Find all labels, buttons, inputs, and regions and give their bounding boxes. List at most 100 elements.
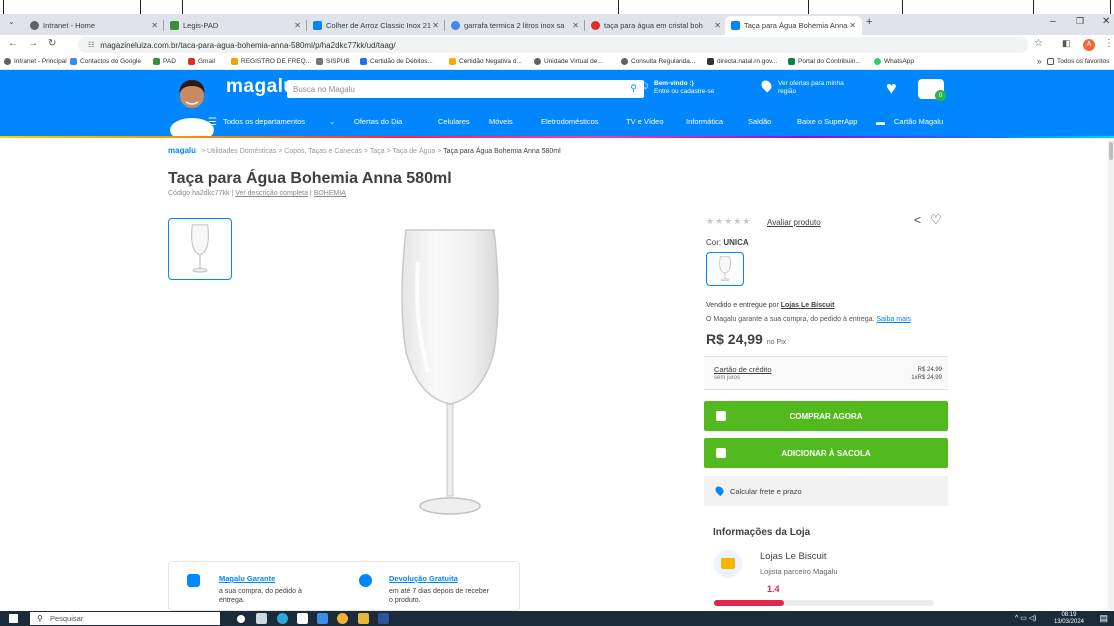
breadcrumb-item[interactable]: Utilidades Domésticas	[207, 148, 276, 155]
close-icon[interactable]: ✕	[294, 21, 301, 30]
menu-dots-icon[interactable]: ⋮	[1104, 38, 1114, 49]
bookmark-item[interactable]: Certidão Negativa d...	[449, 58, 522, 65]
tab-colher[interactable]: Colher de Arroz Classic Inox 21 ✕	[307, 16, 445, 35]
menu-item-informatica[interactable]: Informática	[686, 117, 723, 126]
site-info-icon[interactable]: ☷	[88, 41, 94, 49]
profile-avatar[interactable]: A	[1083, 39, 1095, 51]
divider	[808, 0, 809, 14]
add-to-bag-button[interactable]: ADICIONAR À SACOLA	[704, 438, 948, 468]
chevron-down-icon[interactable]: ⌄	[329, 117, 335, 126]
rate-product-link[interactable]: Avaliar produto	[767, 218, 821, 227]
chevron-down-icon[interactable]: ⌄	[8, 17, 15, 26]
menu-item-saldao[interactable]: Saldão	[748, 117, 771, 126]
close-icon[interactable]: ✕	[714, 21, 721, 30]
windows-start-icon[interactable]	[9, 614, 18, 623]
all-bookmarks-folder[interactable]: Todos os favoritos	[1047, 58, 1109, 65]
magalu-logo[interactable]: magalu	[226, 76, 296, 98]
favorite-heart-icon[interactable]: ♡	[930, 212, 942, 228]
bookmark-item[interactable]: SISPUB	[316, 58, 350, 65]
notifications-icon[interactable]: ▤	[1099, 613, 1108, 624]
signin-link[interactable]: Bem-vindo :) Entre ou cadastre-se	[654, 80, 714, 95]
store-name[interactable]: Lojas Le Biscuit	[760, 551, 827, 562]
bookmark-item[interactable]: Consulta Regularida...	[621, 58, 695, 65]
file-explorer-icon[interactable]	[358, 613, 369, 624]
menu-item-moveis[interactable]: Móveis	[489, 117, 513, 126]
bookmark-item[interactable]: PAD	[153, 58, 176, 65]
gmail-icon	[188, 58, 195, 65]
store-icon[interactable]	[297, 613, 308, 624]
taskbar-search[interactable]: ⚲ Pesquisar	[30, 612, 220, 625]
departments-menu[interactable]: Todos os departamentos	[223, 117, 305, 126]
close-window-icon[interactable]: ✕	[1102, 16, 1110, 27]
guarantee-title[interactable]: Magalu Garante	[219, 574, 275, 583]
return-title[interactable]: Devolução Gratuita	[389, 574, 458, 583]
tab-intranet[interactable]: Intranet - Home ✕	[24, 16, 164, 35]
credit-card-option[interactable]: Cartão de crédito sem juros R$ 24,99 1xR…	[704, 356, 948, 390]
cart-button[interactable]: 0	[918, 79, 946, 101]
bookmark-item[interactable]: Gmail	[188, 58, 215, 65]
restore-icon[interactable]: ❐	[1076, 16, 1084, 27]
product-thumbnail[interactable]	[168, 218, 232, 280]
mail-icon[interactable]	[317, 613, 328, 624]
brand-link[interactable]: BOHEMIA	[314, 190, 346, 197]
menu-item-eletrodomesticos[interactable]: Eletrodomésticos	[541, 117, 599, 126]
description-link[interactable]: Ver descrição completa	[235, 190, 308, 197]
search-input[interactable]: Busca no Magalu ⚲	[287, 80, 644, 98]
bookmark-item[interactable]: Intranet - Principal	[4, 58, 67, 65]
menu-item-superapp[interactable]: Baixe o SuperApp	[797, 117, 857, 126]
bookmark-item[interactable]: WhatsApp	[874, 58, 914, 65]
share-icon[interactable]: <	[914, 213, 921, 227]
reload-icon[interactable]: ↻	[48, 38, 56, 49]
bookmark-item[interactable]: REGISTRO DE FREQ...	[231, 58, 311, 65]
menu-item-tv-video[interactable]: TV e Vídeo	[626, 117, 664, 126]
back-icon[interactable]: ←	[8, 38, 18, 49]
bookmark-item[interactable]: Certidão de Débitos...	[360, 58, 433, 65]
tab-active-taca-bohemia[interactable]: Taça para Água Bohemia Anna ✕	[725, 16, 862, 35]
scrollbar-thumb[interactable]	[1109, 142, 1113, 160]
bookmark-item[interactable]: Contactos do Google	[70, 58, 141, 65]
menu-item-celulares[interactable]: Celulares	[438, 117, 470, 126]
offers-region-link[interactable]: Ver ofertas para minha região	[778, 80, 844, 95]
bookmark-star-icon[interactable]: ☆	[1034, 38, 1043, 49]
menu-item-cartao[interactable]: Cartão Magalu	[894, 117, 943, 126]
minimize-icon[interactable]: –	[1050, 16, 1056, 27]
bookmark-item[interactable]: Unidade Virtual de...	[534, 58, 603, 65]
tab-taca-cristal[interactable]: taça para água em cristal boh ✕	[585, 16, 727, 35]
shipping-calculator[interactable]: Calcular frete e prazo	[704, 476, 948, 506]
bookmark-item[interactable]: directa.natal.rn.gov...	[707, 58, 777, 65]
close-icon[interactable]: ✕	[849, 21, 856, 30]
seller-link[interactable]: Lojas Le Biscuit	[781, 302, 835, 309]
new-tab-icon[interactable]: +	[866, 16, 872, 28]
close-icon[interactable]: ✕	[432, 21, 439, 30]
task-view-icon[interactable]	[256, 613, 267, 624]
page-scrollbar[interactable]	[1108, 140, 1114, 610]
chrome-icon[interactable]	[337, 613, 348, 624]
close-icon[interactable]: ✕	[572, 21, 579, 30]
edge-icon[interactable]	[277, 613, 288, 624]
taskbar-clock[interactable]: 08:19 13/03/2024	[1054, 612, 1084, 625]
forward-icon[interactable]: →	[28, 38, 38, 49]
breadcrumb-item[interactable]: Taça	[370, 148, 385, 155]
menu-item-ofertas[interactable]: Ofertas do Dia	[354, 117, 402, 126]
search-icon[interactable]: ⚲	[630, 83, 637, 94]
close-icon[interactable]: ✕	[151, 21, 158, 30]
breadcrumb-item[interactable]: Taça de Água	[392, 148, 435, 155]
tab-legis-pad[interactable]: Legis-PAD ✕	[164, 16, 307, 35]
rating-stars[interactable]: ★★★★★	[706, 216, 751, 227]
breadcrumb-home[interactable]: magalu	[168, 146, 196, 155]
tab-garrafa[interactable]: garrafa termica 2 litros inox sa ✕	[445, 16, 585, 35]
word-icon[interactable]	[378, 613, 389, 624]
cortana-icon[interactable]	[237, 615, 245, 623]
sidepanel-icon[interactable]: ◧	[1062, 38, 1071, 49]
bookmark-item[interactable]: Portal do Contribuin...	[788, 58, 861, 65]
breadcrumb-item[interactable]: Copos, Taças e Canecas	[284, 148, 362, 155]
store-logo[interactable]	[714, 550, 742, 578]
address-bar[interactable]: ☷ magazineluiza.com.br/taca-para-agua-bo…	[78, 37, 1028, 53]
more-bookmarks-icon[interactable]: »	[1037, 57, 1041, 66]
color-swatch[interactable]	[706, 252, 744, 286]
learn-more-link[interactable]: Saiba mais	[876, 316, 911, 323]
wishlist-heart-icon[interactable]: ♥	[886, 78, 897, 99]
buy-now-button[interactable]: COMPRAR AGORA	[704, 401, 948, 431]
system-tray-icons[interactable]: ^ ▭ ◁)	[1015, 614, 1037, 622]
hamburger-icon[interactable]: ☰	[208, 117, 217, 128]
